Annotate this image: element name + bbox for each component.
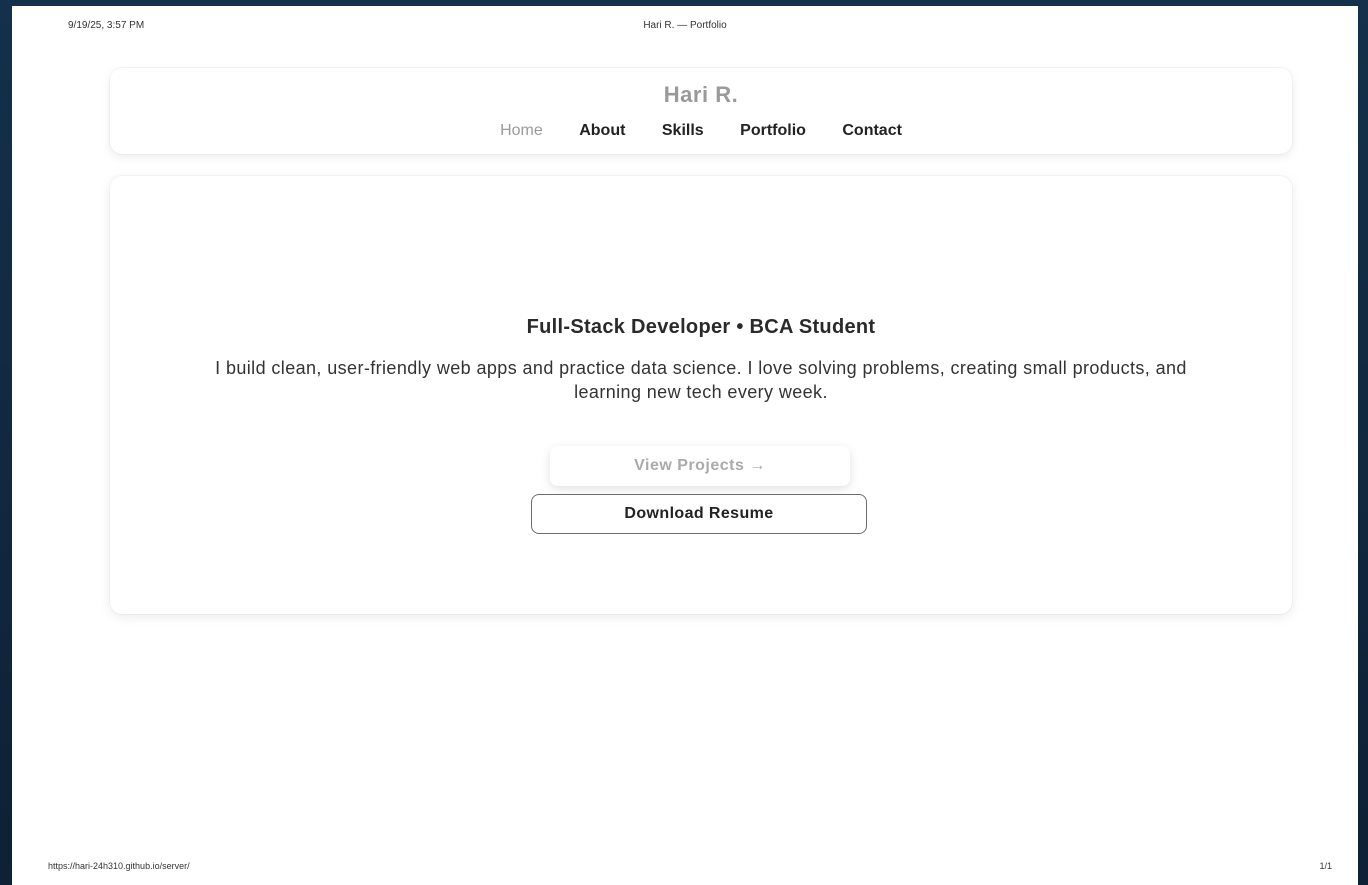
- print-title: Hari R. — Portfolio: [643, 20, 727, 31]
- print-url: https://hari-24h310.github.io/server/: [48, 861, 190, 871]
- print-header: 9/19/25, 3:57 PM Hari R. — Portfolio: [68, 20, 1302, 36]
- navbar: Hari R. Home About Skills Portfolio Cont…: [110, 68, 1292, 154]
- nav-link-portfolio[interactable]: Portfolio: [740, 122, 806, 140]
- view-projects-button[interactable]: View Projects →: [550, 446, 850, 486]
- brand-logo[interactable]: Hari R.: [110, 82, 1292, 108]
- download-resume-button[interactable]: Download Resume: [531, 494, 867, 534]
- printed-page: 9/19/25, 3:57 PM Hari R. — Portfolio Har…: [12, 6, 1358, 885]
- nav-link-contact[interactable]: Contact: [842, 122, 902, 140]
- hero-description: I build clean, user-friendly web apps an…: [215, 358, 1187, 402]
- nav-link-skills[interactable]: Skills: [662, 122, 704, 140]
- hero-title: Full-Stack Developer • BCA Student: [526, 316, 876, 338]
- print-page-number: 1/1: [1319, 861, 1332, 871]
- hero-section: Full-Stack Developer • BCA Student I bui…: [110, 176, 1292, 614]
- nav-link-about[interactable]: About: [579, 122, 625, 140]
- print-footer: https://hari-24h310.github.io/server/ 1/…: [48, 861, 1332, 877]
- nav-link-home[interactable]: Home: [500, 122, 543, 140]
- nav-links: Home About Skills Portfolio Contact: [110, 122, 1292, 140]
